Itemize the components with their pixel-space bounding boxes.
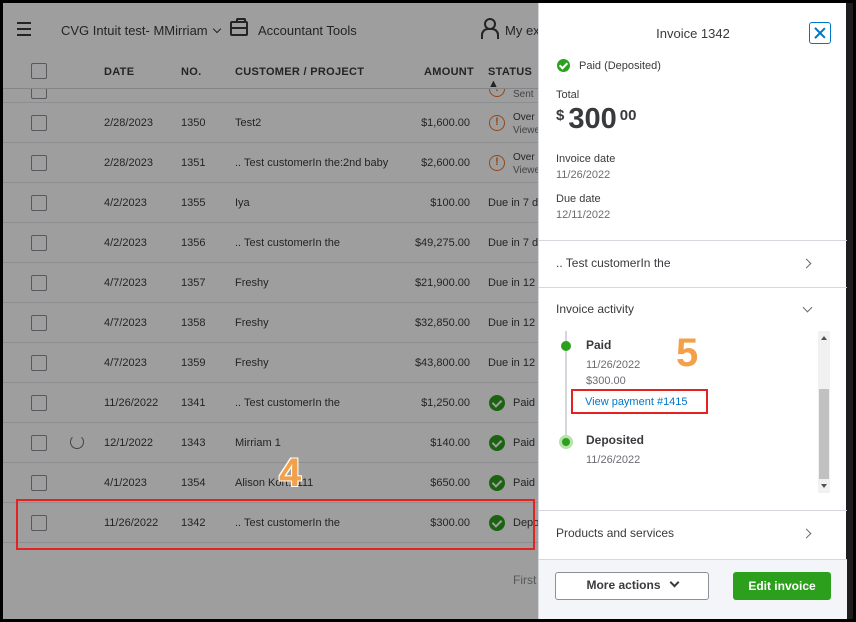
timeline-dot-paid	[561, 341, 571, 351]
total-amount: $300 00	[556, 103, 636, 136]
total-currency: $	[556, 107, 565, 124]
activity-paid-title: Paid	[586, 338, 612, 352]
invoice-status: Paid (Deposited)	[557, 59, 661, 72]
invoice-detail-panel: Invoice 1342 Paid (Deposited) Total $300…	[538, 3, 853, 619]
step-number-4: 4	[279, 451, 302, 495]
chevron-down-icon	[669, 577, 679, 588]
paid-check-icon	[557, 59, 570, 72]
divider	[539, 240, 847, 241]
scroll-up-icon[interactable]	[821, 336, 827, 340]
customer-name: .. Test customerIn the	[556, 256, 671, 270]
scroll-down-icon[interactable]	[821, 484, 827, 488]
more-actions-label: More actions	[586, 578, 661, 592]
divider	[539, 510, 847, 511]
panel-footer: More actions Edit invoice	[539, 559, 847, 619]
screenshot-frame: CVG Intuit test- MMirriam Accountant Too…	[3, 3, 853, 619]
invoice-date-value: 11/26/2022	[556, 169, 611, 181]
activity-paid-amount: $300.00	[586, 375, 626, 387]
total-cents: 00	[619, 107, 637, 124]
panel-title: Invoice 1342	[656, 26, 730, 41]
panel-scrollbar[interactable]	[846, 3, 853, 619]
products-services-label: Products and services	[556, 526, 675, 540]
divider	[539, 287, 847, 288]
highlight-box-view-payment: View payment #1415	[571, 389, 708, 414]
highlight-box-invoice-1342	[16, 499, 535, 550]
due-date-value: 12/11/2022	[556, 209, 611, 221]
total-label: Total	[556, 89, 580, 101]
activity-deposited-date: 11/26/2022	[586, 454, 641, 466]
chevron-right-icon	[801, 528, 812, 539]
invoice-date-label: Invoice date	[556, 153, 616, 165]
chevron-right-icon	[801, 258, 812, 269]
invoice-status-text: Paid (Deposited)	[579, 59, 661, 72]
total-main: 300	[568, 103, 617, 135]
invoice-activity-label: Invoice activity	[556, 302, 635, 316]
view-payment-link[interactable]: View payment #1415	[585, 396, 688, 408]
due-date-label: Due date	[556, 193, 601, 205]
scroll-thumb[interactable]	[819, 389, 829, 479]
activity-deposited-title: Deposited	[586, 433, 645, 447]
chevron-down-icon	[802, 302, 813, 313]
edit-invoice-button[interactable]: Edit invoice	[733, 572, 831, 600]
close-icon[interactable]	[809, 22, 831, 44]
more-actions-button[interactable]: More actions	[555, 572, 709, 600]
timeline-dot-deposited	[559, 435, 573, 449]
activity-paid-date: 11/26/2022	[586, 359, 641, 371]
activity-scrollbar[interactable]	[818, 331, 830, 493]
step-number-5: 5	[676, 331, 699, 375]
